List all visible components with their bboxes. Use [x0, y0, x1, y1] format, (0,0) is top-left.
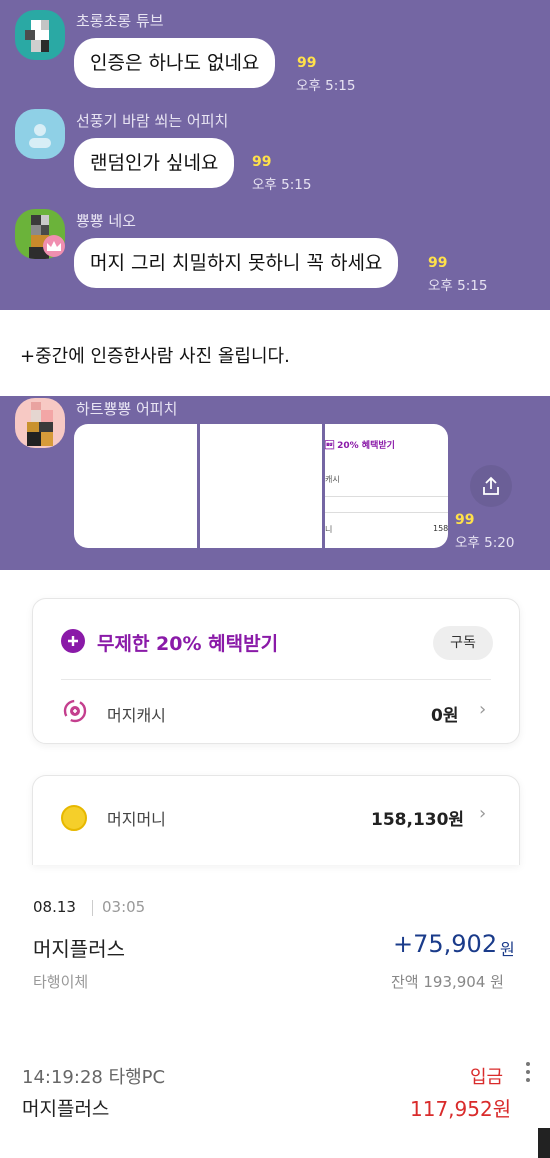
cash-row[interactable]: 머지캐시 0원 ›: [33, 687, 521, 737]
unread-count: 99: [455, 512, 475, 528]
pixelated-avatar-icon: [27, 402, 53, 446]
unread-count: 99: [428, 255, 448, 271]
photo-thumbnail[interactable]:  20% 혜택받기 캐시 니 158: [325, 424, 448, 548]
tx-unit: 원: [500, 940, 515, 959]
cash-label: 머지캐시: [107, 706, 166, 725]
share-icon: [483, 476, 499, 495]
chevron-right-icon: ›: [479, 699, 487, 720]
avatar-heart-apeach[interactable]: [15, 398, 65, 448]
sender-name: 하트뿅뿅 어피치: [76, 400, 178, 418]
unread-count: 99: [297, 55, 317, 71]
caption-note: +중간에 인증한사람 사진 올립니다.: [0, 310, 550, 396]
sender-name: 뿅뿅 네오: [76, 212, 136, 230]
message-time: 오후 5:15: [296, 78, 356, 94]
message-bubble[interactable]: 인증은 하나도 없네요: [74, 38, 276, 88]
avatar-apeach[interactable]: [15, 109, 65, 159]
tx-datetime: 14:19:28 타행PC: [22, 1067, 166, 1088]
subscribe-button[interactable]: 구독: [433, 626, 493, 660]
divider: [61, 679, 491, 680]
chevron-right-icon: ›: [479, 803, 487, 824]
separator: [92, 900, 93, 916]
thumb-title:  20% 혜택받기: [325, 441, 395, 451]
thumb-value: 158: [433, 524, 448, 533]
tx-name: 머지플러스: [22, 1098, 110, 1120]
edge-fragment: [538, 1128, 550, 1158]
tx-amount: +75,902: [393, 930, 498, 958]
promo-title: 무제한 20% 혜택받기: [97, 633, 279, 655]
crown-badge-icon: [43, 235, 65, 257]
share-button[interactable]: [470, 465, 512, 507]
cash-refresh-icon: [63, 699, 87, 723]
money-value: 158,130원: [371, 810, 465, 830]
thumb-divider: [325, 512, 448, 513]
money-label: 머지머니: [107, 810, 166, 829]
subscription-card: 무제한 20% 혜택받기 구독 머지캐시 0원 ›: [32, 598, 520, 744]
tx-type: 타행이체: [33, 973, 89, 991]
message-bubble[interactable]: 머지 그리 치밀하지 못하니 꼭 하세요: [74, 238, 399, 288]
message-time: 오후 5:15: [428, 278, 488, 294]
message-time: 오후 5:20: [455, 535, 515, 551]
photo-thumbnail[interactable]: [200, 424, 322, 548]
money-card[interactable]: 머지머니 158,130원 ›: [32, 775, 520, 865]
cash-value: 0원: [431, 706, 459, 726]
photo-thumbnail[interactable]: [74, 424, 197, 548]
chat-room-top: 초롱초롱 튜브 인증은 하나도 없네요 99 오후 5:15 선풍기 바람 쐬는…: [0, 0, 550, 310]
tx-name: 머지플러스: [33, 937, 125, 961]
tx-time: 03:05: [102, 898, 146, 916]
message-time: 오후 5:15: [252, 177, 312, 193]
avatar-tube[interactable]: [15, 10, 65, 60]
thumb-row: 캐시: [325, 475, 340, 484]
user-silhouette-icon: [29, 124, 51, 148]
sender-name: 초롱초롱 튜브: [76, 12, 164, 30]
tx-date: 08.13: [33, 898, 76, 916]
unread-count: 99: [252, 154, 272, 170]
plus-badge-icon: [61, 629, 85, 653]
message-bubble[interactable]: 랜덤인가 싶네요: [74, 138, 235, 188]
tx-amount: 117,952원: [410, 1097, 512, 1121]
thumb-divider: [325, 496, 448, 497]
coin-icon: [61, 805, 87, 831]
more-options-icon[interactable]: [525, 1061, 531, 1087]
thumb-row: 니: [325, 525, 333, 534]
tx-kind: 입금: [470, 1067, 504, 1088]
tx-balance: 잔액 193,904 원: [391, 973, 504, 991]
sender-name: 선풍기 바람 쐬는 어피치: [76, 112, 229, 130]
pixelated-avatar-icon: [25, 20, 49, 52]
caption-text: +중간에 인증한사람 사진 올립니다.: [20, 346, 290, 367]
